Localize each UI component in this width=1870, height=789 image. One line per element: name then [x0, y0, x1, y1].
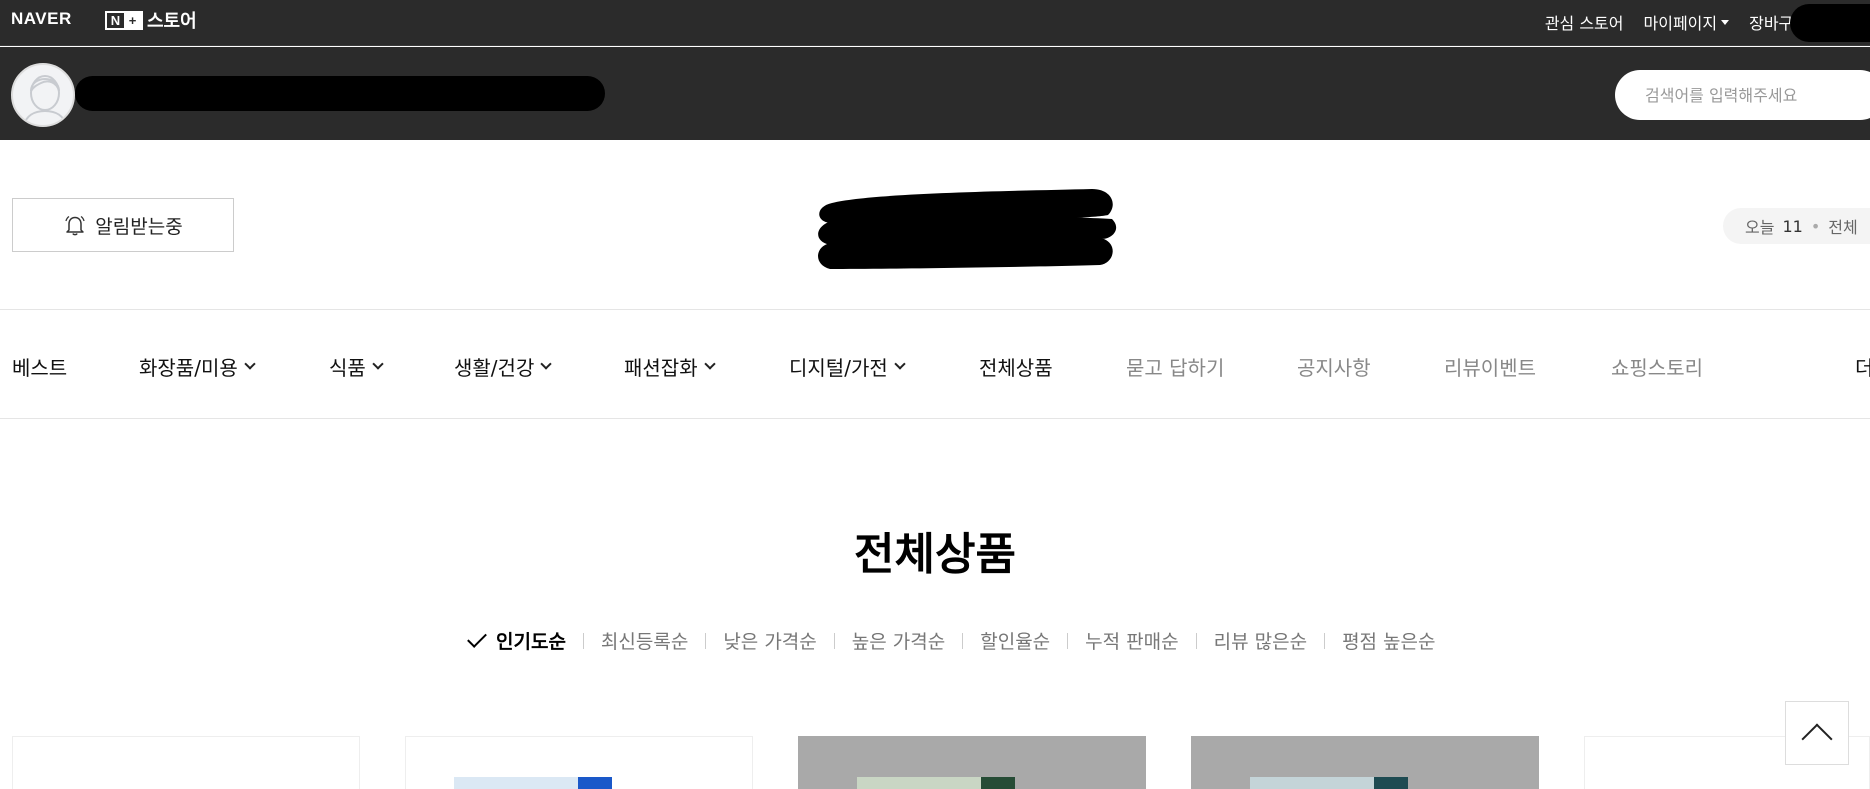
favorite-stores-link[interactable]: 관심 스토어: [1545, 10, 1624, 34]
divider: [1195, 632, 1197, 649]
visit-total-label: 전체: [1828, 218, 1858, 237]
scroll-to-top-button[interactable]: [1785, 701, 1849, 765]
product-card[interactable]: [1191, 736, 1539, 789]
chevron-down-icon: [703, 358, 716, 370]
nav-item-review-event[interactable]: 리뷰이벤트: [1444, 352, 1536, 381]
product-package-label: [1374, 777, 1408, 789]
sort-option-rating[interactable]: 평점 높은순: [1342, 627, 1435, 654]
nav-item-label: 생활/건강: [454, 356, 535, 380]
nav-item-all-products[interactable]: 전체상품: [979, 352, 1053, 381]
divider: [582, 632, 584, 649]
sort-option-label: 인기도순: [496, 631, 566, 653]
sort-option-popular[interactable]: 인기도순: [467, 627, 566, 654]
person-placeholder-icon: [22, 75, 68, 125]
nav-item-cosmetics[interactable]: 화장품/미용: [139, 352, 256, 381]
product-thumbnail: [1250, 777, 1408, 789]
nav-item-fashion[interactable]: 패션잡화: [624, 352, 716, 381]
checkmark-icon: [467, 628, 487, 648]
product-thumbnail: [857, 777, 1015, 789]
my-page-label: 마이페이지: [1643, 14, 1718, 33]
visitor-count: 오늘 11 • 전체: [1723, 208, 1870, 244]
nav-item-shopping-story[interactable]: 쇼핑스토리: [1611, 352, 1703, 381]
redacted-store-title: [818, 189, 1117, 269]
store-logo-text: 스토어: [147, 11, 197, 32]
naver-logo[interactable]: NAVER: [11, 9, 72, 29]
sort-option-newest[interactable]: 최신등록순: [601, 627, 688, 654]
product-package-label: [981, 777, 1015, 789]
notification-subscribe-button[interactable]: 알림받는중: [12, 198, 234, 252]
product-card[interactable]: [798, 736, 1146, 789]
product-package-label: [578, 777, 612, 789]
divider: [1067, 632, 1069, 649]
redacted-store-name: [75, 76, 605, 111]
nav-item-living-health[interactable]: 생활/건강: [454, 352, 553, 381]
naver-plus-store-logo[interactable]: N + 스토어: [105, 7, 197, 33]
chevron-up-icon: [1801, 723, 1833, 755]
nav-item-notice[interactable]: 공지사항: [1297, 352, 1371, 381]
divider: [962, 632, 964, 649]
store-avatar[interactable]: [11, 63, 75, 127]
nav-item-label: 패션잡화: [624, 356, 698, 380]
chevron-down-icon: [540, 358, 553, 370]
product-thumbnail: [454, 777, 612, 789]
nav-item-digital[interactable]: 디지털/가전: [789, 352, 906, 381]
nav-item-best[interactable]: 베스트: [12, 352, 67, 381]
chevron-down-icon: [372, 358, 384, 370]
bell-icon: [65, 215, 85, 236]
divider: [833, 632, 835, 649]
my-page-link[interactable]: 마이페이지: [1644, 10, 1730, 34]
divider: [705, 632, 707, 649]
product-card[interactable]: [12, 736, 360, 789]
n-plus-icon-plus: +: [124, 12, 141, 28]
chevron-down-icon: [894, 358, 906, 370]
page-title: 전체상품: [854, 529, 1016, 580]
search-input[interactable]: [1615, 70, 1870, 120]
sort-option-discount[interactable]: 할인율순: [980, 627, 1050, 654]
visit-separator: •: [1810, 216, 1821, 236]
divider: [1324, 632, 1326, 649]
notification-label: 알림받는중: [95, 215, 183, 238]
nav-item-more[interactable]: 더: [1855, 352, 1870, 381]
category-nav-list: 베스트 화장품/미용 식품 생활/건강 패션잡화 디지털/가전 전체상품 묻고 …: [0, 310, 1870, 418]
sort-option-reviews[interactable]: 리뷰 많은순: [1214, 627, 1307, 654]
caret-down-icon: [1721, 19, 1730, 25]
product-card[interactable]: [405, 736, 753, 789]
store-header: [0, 47, 1870, 140]
chevron-down-icon: [244, 358, 256, 370]
redacted-user-info: [1790, 4, 1870, 42]
nav-item-label: 식품: [329, 356, 366, 380]
n-plus-icon-n: N: [107, 12, 124, 28]
nav-item-label: 디지털/가전: [789, 356, 888, 380]
n-plus-icon: N +: [105, 10, 143, 30]
sort-options: 인기도순 최신등록순 낮은 가격순 높은 가격순 할인율순 누적 판매순 리뷰 …: [467, 627, 1436, 654]
visit-today-count: 11: [1782, 216, 1803, 236]
sort-option-price-low[interactable]: 낮은 가격순: [723, 627, 816, 654]
global-nav-bar: NAVER N + 스토어 관심 스토어 마이페이지 장바구니: [0, 0, 1870, 46]
nav-item-label: 화장품/미용: [139, 356, 238, 380]
nav-item-qna[interactable]: 묻고 답하기: [1126, 352, 1224, 381]
sort-option-price-high[interactable]: 높은 가격순: [852, 627, 945, 654]
category-nav: 베스트 화장품/미용 식품 생활/건강 패션잡화 디지털/가전 전체상품 묻고 …: [0, 309, 1870, 419]
nav-item-food[interactable]: 식품: [329, 352, 384, 381]
visit-today-label: 오늘: [1745, 218, 1775, 237]
sort-option-sales[interactable]: 누적 판매순: [1085, 627, 1178, 654]
